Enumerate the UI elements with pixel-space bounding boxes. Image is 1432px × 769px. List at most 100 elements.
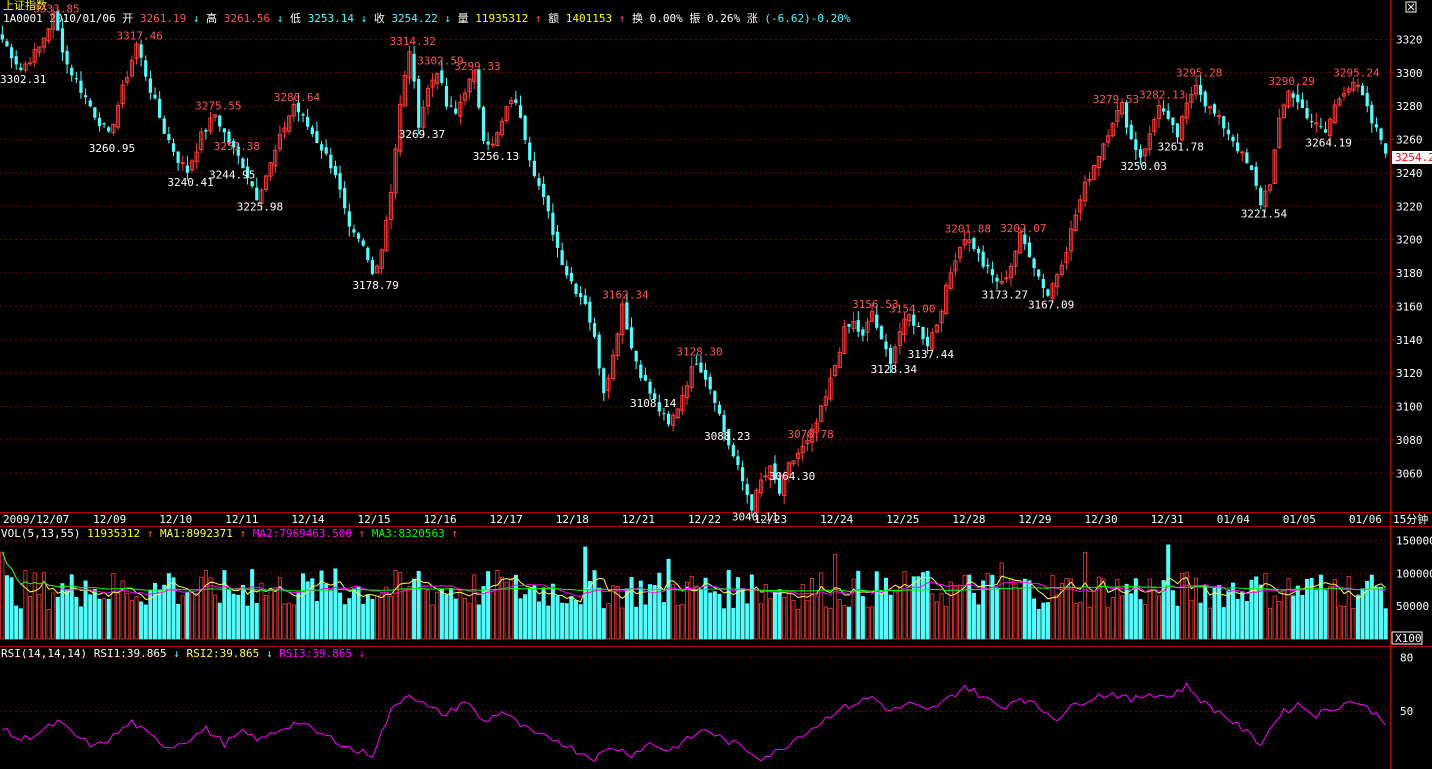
volume-bar — [805, 599, 810, 640]
price-tick-label: 3240 — [1396, 167, 1423, 180]
candle-body — [449, 105, 453, 107]
date-tick-label: 12/22 — [688, 513, 721, 526]
volume-bar — [1346, 576, 1351, 640]
high-annotation: 3275.55 — [195, 100, 241, 113]
volume-bar — [661, 602, 666, 640]
volume-bar — [416, 570, 421, 640]
rsi1-value: RSI1:39.865 — [94, 647, 167, 660]
volume-bar — [930, 593, 935, 640]
date-tick-label: 2009/12/07 — [3, 513, 69, 526]
volume-bar — [88, 594, 93, 640]
volume-bar — [944, 606, 949, 640]
candle-body — [1305, 108, 1309, 119]
low-label: 低 — [290, 12, 301, 25]
volume-bar — [999, 562, 1004, 640]
candle-body — [454, 108, 458, 114]
volume-bar — [809, 578, 814, 640]
date-tick-label: 12/14 — [291, 513, 324, 526]
volume-bar — [916, 576, 921, 640]
volume-bar — [1207, 607, 1212, 640]
candle-body — [412, 53, 416, 82]
volume-bar — [666, 558, 671, 640]
volume-bar — [574, 600, 579, 640]
volume-bar — [1147, 578, 1152, 640]
kline-chart[interactable]: 上证指数 1A0001 2010/01/06 开 3261.19 ↓ 高 326… — [0, 0, 1432, 769]
volume-bar — [430, 604, 435, 640]
volume-bar — [338, 592, 343, 640]
volume-bar — [0, 551, 5, 640]
volume-bar — [162, 584, 167, 640]
low-annotation: 3244.95 — [209, 169, 255, 182]
volume-bar — [1119, 595, 1124, 640]
candle-body — [93, 107, 97, 118]
volume-bar — [1032, 598, 1037, 640]
volume-bar — [1328, 585, 1333, 640]
candle-body — [1259, 187, 1263, 206]
candle-body — [74, 78, 78, 80]
candle-body — [921, 326, 925, 339]
volume-bar — [902, 571, 907, 640]
date-tick-label: 01/06 — [1349, 513, 1382, 526]
volume-bar — [92, 588, 97, 640]
volume-bar — [347, 598, 352, 640]
volume-bar — [712, 591, 717, 640]
volume-bar — [250, 569, 255, 640]
candle-body — [1217, 115, 1222, 118]
volume-bar — [874, 571, 879, 640]
stock-chart-window: 上证指数 1A0001 2010/01/06 开 3261.19 ↓ 高 326… — [0, 0, 1432, 769]
volume-bar — [555, 595, 560, 640]
volume-bar — [388, 596, 393, 640]
amplitude-value: 0.26% — [707, 12, 740, 25]
volume-bar — [860, 596, 865, 640]
volume-bar — [69, 574, 74, 640]
volume-bar — [1036, 609, 1041, 640]
candle-body — [889, 347, 893, 365]
volume-bar — [643, 604, 648, 640]
candle-body — [546, 195, 550, 212]
volume-bar — [1235, 598, 1240, 640]
price-tick-label: 3320 — [1396, 33, 1423, 46]
candle-body — [579, 293, 583, 297]
candle-body — [972, 238, 976, 249]
amplitude-label: 振 — [689, 11, 700, 25]
close-value: 3254.22 — [391, 12, 437, 25]
volume-bar — [125, 592, 130, 640]
candle-body — [1254, 166, 1258, 186]
period-label[interactable]: 15分钟 — [1393, 512, 1428, 526]
price-tick-label: 3220 — [1396, 200, 1423, 213]
candle-body — [1175, 123, 1180, 138]
volume-bar — [449, 588, 454, 640]
rsi-tick-label: 80 — [1400, 651, 1413, 664]
candle-body — [713, 391, 717, 403]
date-tick-label: 12/18 — [556, 513, 589, 526]
volume-bar — [504, 581, 509, 640]
candle-body — [995, 277, 999, 282]
volume-bar — [14, 605, 19, 640]
turnover-value: 0.00% — [650, 12, 683, 25]
volume-bar — [1184, 571, 1189, 640]
volume-bar — [731, 607, 736, 640]
volume-bar — [379, 593, 384, 640]
high-annotation: 3202.07 — [1000, 222, 1046, 235]
low-annotation: 3108.14 — [630, 397, 677, 410]
volume-bar — [490, 591, 495, 640]
date-tick-label: 12/29 — [1018, 513, 1051, 526]
vol-label: 量 — [458, 12, 469, 25]
candle-body — [555, 231, 560, 249]
close-icon[interactable] — [1405, 1, 1417, 13]
volume-bar — [361, 603, 366, 640]
close-label: 收 — [374, 11, 385, 25]
volume-bar — [1073, 603, 1078, 640]
volume-bar — [578, 604, 583, 640]
date-tick-label: 12/25 — [886, 513, 919, 526]
date-tick-label: 12/28 — [952, 513, 985, 526]
candle-body — [1046, 289, 1050, 296]
volume-ma2-arrow: ↑ — [359, 527, 366, 540]
volume-bar — [199, 576, 204, 640]
volume-bar — [268, 588, 273, 640]
candle-body — [528, 142, 532, 161]
candle-body — [107, 127, 111, 132]
volume-indicator-name: VOL(5,13,55) — [1, 527, 80, 540]
volume-bar — [735, 577, 740, 640]
candle-body — [569, 272, 574, 282]
